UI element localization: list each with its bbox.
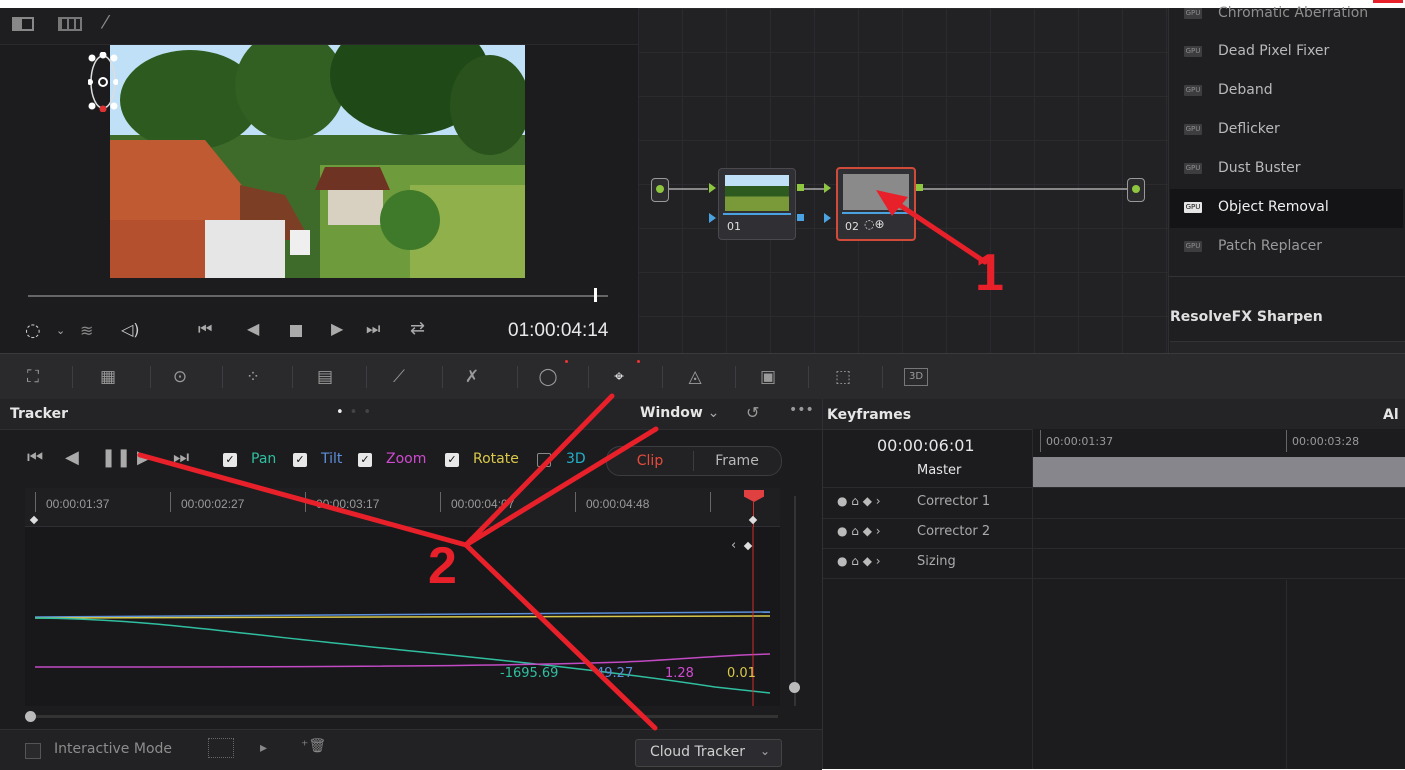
annotation-number-2: 2 [428, 537, 457, 595]
annotation-arrows [137, 190, 988, 731]
annotation-number-1: 1 [975, 244, 1004, 302]
